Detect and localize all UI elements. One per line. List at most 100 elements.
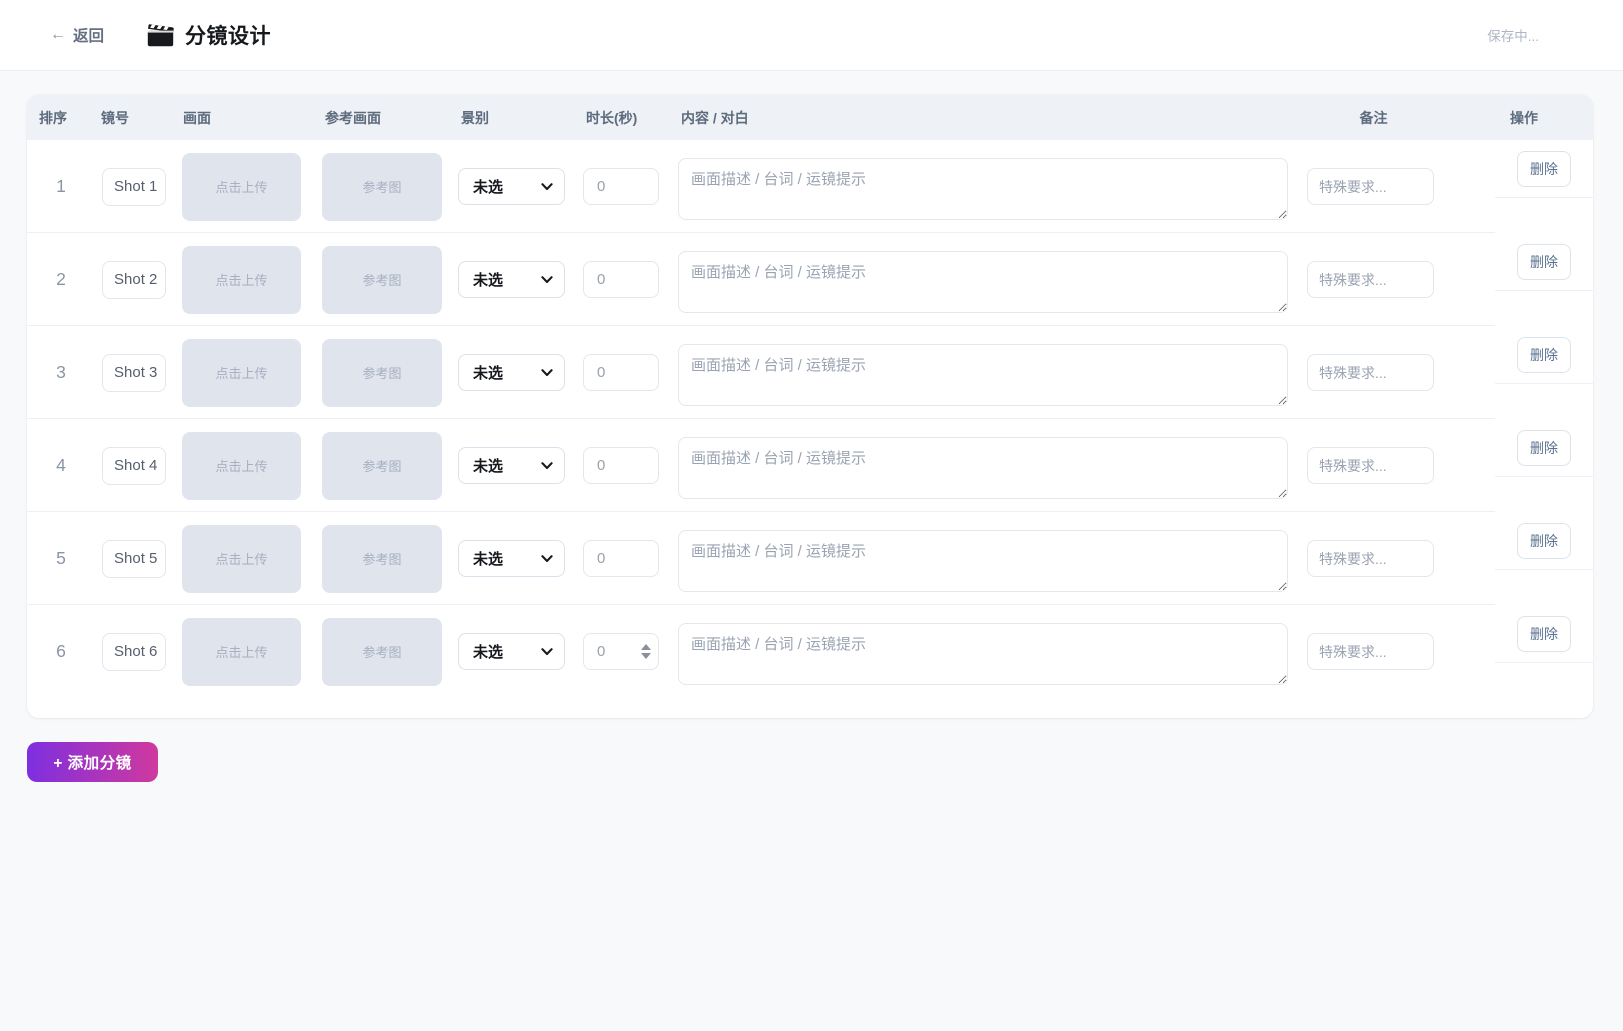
- frame-upload-box[interactable]: 点击上传: [182, 432, 301, 500]
- delete-button[interactable]: 删除: [1517, 523, 1571, 559]
- table-row: 2 点击上传 参考图 未选: [27, 233, 1593, 326]
- notes-input[interactable]: [1307, 540, 1434, 577]
- frame-upload-box[interactable]: 点击上传: [182, 525, 301, 593]
- shot-number-input[interactable]: [102, 354, 166, 392]
- shot-type-select[interactable]: 未选: [458, 354, 565, 391]
- column-header-duration: 时长(秒): [580, 108, 675, 128]
- reference-label: 参考图: [362, 549, 401, 568]
- shot-type-select[interactable]: 未选: [458, 168, 565, 205]
- row-order: 5: [27, 548, 95, 569]
- column-header-reference: 参考画面: [319, 108, 455, 128]
- page-title: 分镜设计: [147, 20, 271, 50]
- reference-frame-box[interactable]: 参考图: [322, 246, 442, 314]
- duration-input[interactable]: [583, 447, 659, 484]
- notes-input[interactable]: [1307, 261, 1434, 298]
- shot-type-value: 未选: [473, 176, 503, 197]
- back-label: 返回: [73, 24, 104, 46]
- column-header-shot: 镜号: [95, 108, 177, 128]
- back-button[interactable]: ← 返回: [50, 24, 104, 46]
- row-order: 6: [27, 641, 95, 662]
- delete-button[interactable]: 删除: [1517, 337, 1571, 373]
- content-dialogue-textarea[interactable]: [678, 158, 1288, 220]
- duration-input[interactable]: [583, 168, 659, 205]
- content-dialogue-textarea[interactable]: [678, 530, 1288, 592]
- shot-number-input[interactable]: [102, 261, 166, 299]
- delete-button[interactable]: 删除: [1517, 151, 1571, 187]
- chevron-down-icon: [541, 648, 553, 656]
- upload-label: 点击上传: [215, 549, 267, 568]
- frame-upload-box[interactable]: 点击上传: [182, 246, 301, 314]
- chevron-down-icon: [541, 183, 553, 191]
- column-header-frame: 画面: [177, 108, 319, 128]
- upload-label: 点击上传: [215, 270, 267, 289]
- content-dialogue-textarea[interactable]: [678, 623, 1288, 685]
- frame-upload-box[interactable]: 点击上传: [182, 618, 301, 686]
- frame-upload-box[interactable]: 点击上传: [182, 153, 301, 221]
- reference-frame-box[interactable]: 参考图: [322, 339, 442, 407]
- reference-frame-box[interactable]: 参考图: [322, 153, 442, 221]
- main-content: 排序 镜号 画面 参考画面 景别 时长(秒) 内容 / 对白 备注 操作 1 点…: [0, 71, 1623, 782]
- duration-input[interactable]: [583, 261, 659, 298]
- notes-input[interactable]: [1307, 633, 1434, 670]
- chevron-down-icon: [541, 369, 553, 377]
- delete-button[interactable]: 删除: [1517, 244, 1571, 280]
- notes-input[interactable]: [1307, 447, 1434, 484]
- upload-label: 点击上传: [215, 456, 267, 475]
- upload-label: 点击上传: [215, 177, 267, 196]
- column-header-order: 排序: [27, 108, 95, 128]
- delete-button[interactable]: 删除: [1517, 430, 1571, 466]
- notes-input[interactable]: [1307, 168, 1434, 205]
- duration-input[interactable]: [583, 540, 659, 577]
- column-header-notes: 备注: [1292, 108, 1455, 128]
- row-order: 2: [27, 269, 95, 290]
- back-arrow-icon: ←: [50, 26, 66, 44]
- shot-number-input[interactable]: [102, 447, 166, 485]
- shot-number-input[interactable]: [102, 168, 166, 206]
- shot-number-input[interactable]: [102, 540, 166, 578]
- clapperboard-icon: [147, 23, 174, 47]
- shot-type-select[interactable]: 未选: [458, 447, 565, 484]
- table-row: 1 点击上传 参考图 未选: [27, 140, 1593, 233]
- reference-frame-box[interactable]: 参考图: [322, 432, 442, 500]
- column-header-content: 内容 / 对白: [675, 108, 1292, 128]
- chevron-down-icon: [541, 555, 553, 563]
- content-dialogue-textarea[interactable]: [678, 251, 1288, 313]
- table-row: 3 点击上传 参考图 未选: [27, 326, 1593, 419]
- frame-upload-box[interactable]: 点击上传: [182, 339, 301, 407]
- shot-type-select[interactable]: 未选: [458, 261, 565, 298]
- shot-number-input[interactable]: [102, 633, 166, 671]
- table-row: 4 点击上传 参考图 未选: [27, 419, 1593, 512]
- number-spinner-icon[interactable]: [638, 640, 654, 664]
- shot-type-value: 未选: [473, 269, 503, 290]
- table-row: 6 点击上传 参考图 未选: [27, 605, 1593, 698]
- duration-input[interactable]: [583, 354, 659, 391]
- upload-label: 点击上传: [215, 642, 267, 661]
- reference-frame-box[interactable]: 参考图: [322, 618, 442, 686]
- content-dialogue-textarea[interactable]: [678, 437, 1288, 499]
- topbar: ← 返回 分镜设计 保存中...: [0, 0, 1623, 71]
- upload-label: 点击上传: [215, 363, 267, 382]
- content-dialogue-textarea[interactable]: [678, 344, 1288, 406]
- reference-label: 参考图: [362, 456, 401, 475]
- table-header-row: 排序 镜号 画面 参考画面 景别 时长(秒) 内容 / 对白 备注 操作: [27, 95, 1593, 140]
- row-order: 4: [27, 455, 95, 476]
- shot-type-value: 未选: [473, 641, 503, 662]
- reference-label: 参考图: [362, 363, 401, 382]
- column-header-actions: 操作: [1455, 108, 1593, 128]
- shot-type-select[interactable]: 未选: [458, 633, 565, 670]
- table-row: 5 点击上传 参考图 未选: [27, 512, 1593, 605]
- shot-type-select[interactable]: 未选: [458, 540, 565, 577]
- shot-type-value: 未选: [473, 548, 503, 569]
- chevron-down-icon: [541, 462, 553, 470]
- add-shot-button[interactable]: + 添加分镜: [27, 742, 158, 782]
- notes-input[interactable]: [1307, 354, 1434, 391]
- column-header-shot-type: 景别: [455, 108, 580, 128]
- reference-label: 参考图: [362, 270, 401, 289]
- chevron-down-icon: [541, 276, 553, 284]
- page-title-text: 分镜设计: [185, 20, 271, 50]
- delete-button[interactable]: 删除: [1517, 616, 1571, 652]
- reference-label: 参考图: [362, 642, 401, 661]
- row-order: 3: [27, 362, 95, 383]
- reference-label: 参考图: [362, 177, 401, 196]
- reference-frame-box[interactable]: 参考图: [322, 525, 442, 593]
